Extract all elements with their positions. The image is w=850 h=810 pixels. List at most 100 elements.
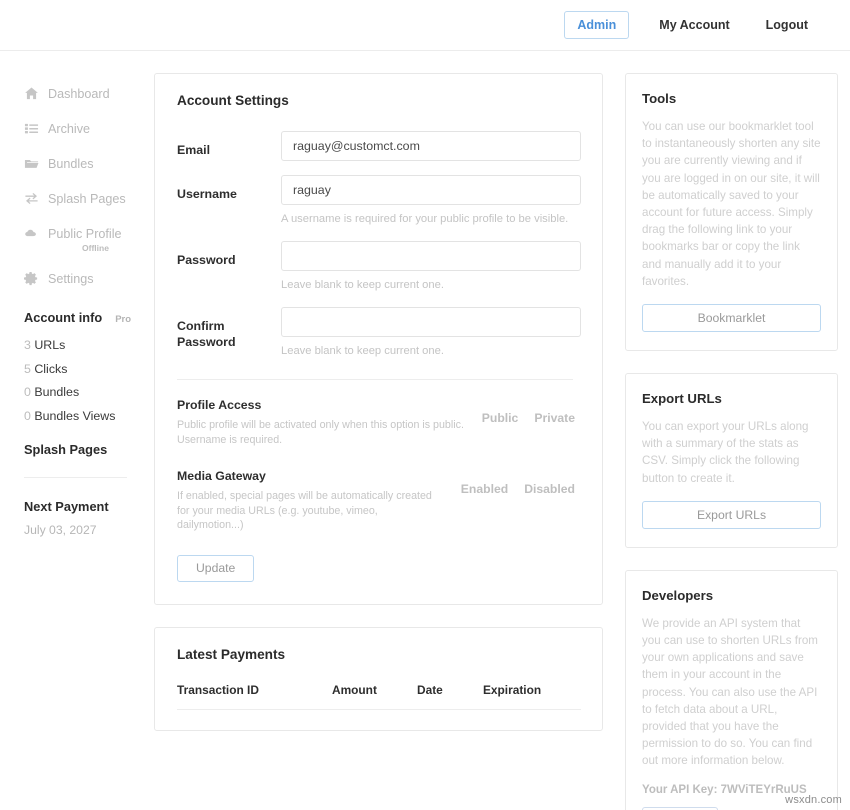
stat-bundles-label: Bundles bbox=[34, 385, 80, 399]
top-nav: Admin My Account Logout bbox=[564, 10, 826, 40]
developers-panel: Developers We provide an API system that… bbox=[625, 569, 838, 810]
list-icon bbox=[24, 121, 39, 136]
developers-description: We provide an API system that you can us… bbox=[642, 616, 818, 768]
nav-logout-link[interactable]: Logout bbox=[748, 19, 826, 32]
password-help-text: Leave blank to keep current one. bbox=[281, 279, 444, 291]
stat-bundles: 0 Bundles bbox=[24, 381, 154, 405]
sidebar-item-label: Bundles bbox=[48, 156, 94, 171]
cloud-icon bbox=[24, 226, 39, 241]
stat-urls-value: 3 bbox=[24, 338, 31, 352]
profile-access-choices: Public Private bbox=[482, 398, 581, 425]
account-settings-card: Account Settings Email Username A userna… bbox=[154, 73, 603, 605]
page-body: Dashboard Archive Bundles Splash Pages P bbox=[0, 51, 850, 810]
email-label: Email bbox=[177, 143, 211, 157]
gear-icon bbox=[24, 271, 39, 286]
export-urls-panel: Export URLs You can export your URLs alo… bbox=[625, 373, 838, 548]
option-row-media-gateway: Media Gateway If enabled, special pages … bbox=[169, 469, 581, 533]
top-header-bar: Admin My Account Logout bbox=[0, 0, 850, 51]
username-field[interactable] bbox=[281, 175, 581, 205]
column-transaction-id: Transaction ID bbox=[177, 682, 259, 697]
plan-badge: Pro bbox=[115, 314, 132, 325]
nav-my-account-link[interactable]: My Account bbox=[641, 19, 747, 32]
main-column: Account Settings Email Username A userna… bbox=[154, 73, 603, 810]
media-gateway-enabled-option[interactable]: Enabled bbox=[461, 482, 508, 496]
field-row-password: Password Leave blank to keep current one… bbox=[169, 241, 581, 293]
option-row-profile-access: Profile Access Public profile will be ac… bbox=[169, 398, 581, 447]
tools-description: You can use our bookmarklet tool to inst… bbox=[642, 120, 821, 288]
next-payment-date: July 03, 2027 bbox=[24, 523, 97, 537]
exchange-arrows-icon bbox=[24, 191, 39, 206]
sidebar-item-label: Settings bbox=[48, 271, 94, 286]
watermark-text: wsxdn.com bbox=[785, 794, 842, 806]
bookmarklet-button[interactable]: Bookmarklet bbox=[642, 304, 821, 333]
field-row-confirm-password: Confirm Password Leave blank to keep cur… bbox=[169, 307, 581, 359]
export-urls-title: Export URLs bbox=[642, 391, 722, 407]
left-sidebar: Dashboard Archive Bundles Splash Pages P bbox=[14, 73, 154, 810]
media-gateway-choices: Enabled Disabled bbox=[461, 469, 581, 496]
account-settings-title: Account Settings bbox=[177, 93, 289, 108]
stat-bundles-views: 0 Bundles Views bbox=[24, 405, 154, 429]
password-label: Password bbox=[177, 253, 236, 267]
stat-bundles-views-label: Bundles Views bbox=[34, 408, 116, 423]
media-gateway-disabled-option[interactable]: Disabled bbox=[524, 482, 575, 496]
confirm-password-label: Confirm Password bbox=[177, 319, 236, 349]
stat-urls: 3 URLs bbox=[24, 334, 154, 358]
account-info-title: Account info bbox=[24, 310, 103, 325]
export-urls-description: You can export your URLs along with a su… bbox=[642, 420, 809, 485]
right-sidebar: Tools You can use our bookmarklet tool t… bbox=[625, 73, 838, 810]
confirm-password-help-text: Leave blank to keep current one. bbox=[281, 345, 444, 357]
account-info-heading: Account info Pro bbox=[24, 310, 154, 325]
sidebar-item-splash-pages[interactable]: Splash Pages bbox=[24, 181, 154, 216]
export-urls-button[interactable]: Export URLs bbox=[642, 500, 821, 529]
sidebar-item-bundles[interactable]: Bundles bbox=[24, 146, 154, 181]
sidebar-item-public-profile[interactable]: Public Profile Offline bbox=[24, 216, 154, 253]
stat-urls-label: URLs bbox=[34, 338, 66, 352]
tools-title: Tools bbox=[642, 91, 677, 106]
stat-bundles-views-value: 0 bbox=[24, 408, 31, 423]
media-gateway-description: If enabled, special pages will be automa… bbox=[177, 490, 432, 531]
tools-panel: Tools You can use our bookmarklet tool t… bbox=[625, 73, 838, 352]
update-button[interactable]: Update bbox=[177, 554, 255, 582]
password-field[interactable] bbox=[281, 241, 581, 271]
sidebar-item-label: Public Profile bbox=[48, 226, 122, 241]
stat-clicks: 5 Clicks bbox=[24, 358, 154, 382]
field-row-email: Email bbox=[169, 131, 581, 161]
profile-access-description: Public profile will be activated only wh… bbox=[177, 419, 464, 446]
latest-payments-card: Latest Payments Transaction ID Amount Da… bbox=[154, 626, 603, 731]
username-label: Username bbox=[177, 187, 237, 201]
column-expiration: Expiration bbox=[483, 682, 542, 697]
public-profile-status: Offline bbox=[82, 243, 109, 253]
sidebar-item-label: Splash Pages bbox=[48, 191, 126, 206]
profile-access-public-option[interactable]: Public bbox=[482, 411, 519, 425]
sidebar-item-settings[interactable]: Settings bbox=[24, 261, 154, 296]
field-row-username: Username A username is required for your… bbox=[169, 175, 581, 227]
developers-title: Developers bbox=[642, 587, 714, 603]
email-field[interactable] bbox=[281, 131, 581, 161]
confirm-password-field[interactable] bbox=[281, 307, 581, 337]
folder-icon bbox=[24, 156, 39, 171]
profile-access-private-option[interactable]: Private bbox=[534, 411, 575, 425]
media-gateway-heading: Media Gateway bbox=[177, 469, 266, 483]
nav-admin-button[interactable]: Admin bbox=[564, 10, 630, 40]
splash-pages-heading: Splash Pages bbox=[24, 442, 108, 457]
sidebar-item-label: Archive bbox=[48, 121, 90, 136]
stat-bundles-value: 0 bbox=[24, 385, 31, 399]
home-icon bbox=[24, 86, 39, 101]
next-payment-heading: Next Payment bbox=[24, 499, 109, 514]
sidebar-item-archive[interactable]: Archive bbox=[24, 111, 154, 146]
sidebar-divider bbox=[24, 477, 127, 478]
stat-clicks-value: 5 bbox=[24, 361, 31, 376]
payments-table-header: Transaction ID Amount Date Expiration bbox=[177, 683, 581, 710]
sidebar-item-dashboard[interactable]: Dashboard bbox=[24, 76, 154, 111]
latest-payments-title: Latest Payments bbox=[177, 646, 286, 662]
stat-clicks-label: Clicks bbox=[34, 361, 68, 376]
column-amount: Amount bbox=[332, 682, 377, 697]
username-help-text: A username is required for your public p… bbox=[281, 213, 569, 225]
sidebar-item-label: Dashboard bbox=[48, 86, 110, 101]
section-divider bbox=[177, 379, 573, 380]
column-date: Date bbox=[417, 682, 443, 697]
